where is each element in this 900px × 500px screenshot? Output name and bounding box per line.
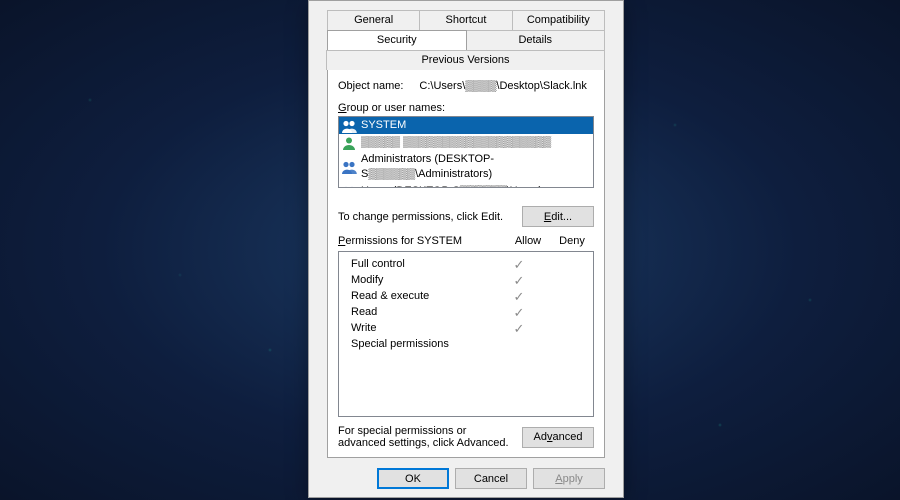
- edit-hint: To change permissions, click Edit.: [338, 211, 503, 223]
- object-name-value: C:\Users\▒▒▒▒\Desktop\Slack.lnk: [419, 80, 587, 92]
- ok-button[interactable]: OK: [377, 468, 449, 489]
- permission-name: Special permissions: [347, 338, 497, 350]
- tab-previous-versions[interactable]: Previous Versions: [326, 50, 605, 70]
- advanced-button[interactable]: Advanced: [522, 427, 594, 448]
- permission-row: Full control: [347, 256, 585, 272]
- tab-shortcut[interactable]: Shortcut: [419, 10, 512, 30]
- permission-row: Modify: [347, 272, 585, 288]
- permission-name: Modify: [347, 274, 497, 286]
- permission-allow: [497, 274, 541, 287]
- tab-strip: General Shortcut Compatibility Security …: [327, 10, 605, 70]
- tab-details[interactable]: Details: [466, 30, 606, 50]
- edit-button[interactable]: Edit...: [522, 206, 594, 227]
- group-user-label: Group or user names:: [338, 102, 445, 114]
- properties-dialog: General Shortcut Compatibility Security …: [308, 0, 624, 498]
- apply-button[interactable]: Apply: [533, 468, 605, 489]
- edit-permissions-row: To change permissions, click Edit. Edit.…: [338, 206, 594, 227]
- permission-name: Read & execute: [347, 290, 497, 302]
- list-item[interactable]: Users (DESKTOP-S▒▒▒▒▒▒\Users): [339, 183, 593, 188]
- permission-row: Special permissions: [347, 336, 585, 352]
- tab-general[interactable]: General: [327, 10, 420, 30]
- group-icon: [341, 185, 357, 189]
- list-item-label: SYSTEM: [361, 118, 406, 133]
- group-icon: [341, 160, 357, 174]
- permissions-section: Permissions for SYSTEM Allow Deny Full c…: [338, 235, 594, 417]
- permission-name: Full control: [347, 258, 497, 270]
- cancel-button[interactable]: Cancel: [455, 468, 527, 489]
- advanced-row: For special permissions or advanced sett…: [338, 425, 594, 449]
- permission-name: Write: [347, 322, 497, 334]
- permission-row: Write: [347, 320, 585, 336]
- list-item[interactable]: SYSTEM: [339, 117, 593, 134]
- list-item[interactable]: Administrators (DESKTOP-S▒▒▒▒▒▒\Administ…: [339, 151, 593, 183]
- permission-row: Read & execute: [347, 288, 585, 304]
- permissions-list: Full control Modify Read & execute Read Writ…: [338, 251, 594, 417]
- dialog-footer: OK Cancel Apply: [317, 458, 615, 489]
- object-name-label: Object name:: [338, 80, 403, 92]
- list-item-label: ▒▒▒▒▒ ▒▒▒▒▒▒▒▒▒▒▒▒▒▒▒▒▒▒▒: [361, 135, 551, 150]
- permission-allow: [497, 290, 541, 303]
- list-item[interactable]: ▒▒▒▒▒ ▒▒▒▒▒▒▒▒▒▒▒▒▒▒▒▒▒▒▒: [339, 134, 593, 151]
- user-icon: [341, 136, 357, 150]
- tab-security[interactable]: Security: [327, 30, 467, 50]
- permission-name: Read: [347, 306, 497, 318]
- permissions-header: Permissions for SYSTEM Allow Deny: [338, 235, 594, 247]
- permission-allow: [497, 306, 541, 319]
- group-icon: [341, 119, 357, 133]
- security-tab-panel: Object name: C:\Users\▒▒▒▒\Desktop\Slack…: [327, 69, 605, 458]
- group-user-section: Group or user names: SYSTEM ▒▒▒▒▒ ▒▒▒▒▒▒▒…: [338, 102, 594, 188]
- permissions-deny-header: Deny: [550, 235, 594, 247]
- list-item-label: Users (DESKTOP-S▒▒▒▒▒▒\Users): [361, 184, 542, 188]
- advanced-hint: For special permissions or advanced sett…: [338, 425, 514, 449]
- permission-row: Read: [347, 304, 585, 320]
- list-item-label: Administrators (DESKTOP-S▒▒▒▒▒▒\Administ…: [361, 152, 590, 182]
- permissions-allow-header: Allow: [506, 235, 550, 247]
- object-name-row: Object name: C:\Users\▒▒▒▒\Desktop\Slack…: [338, 80, 594, 92]
- group-user-list[interactable]: SYSTEM ▒▒▒▒▒ ▒▒▒▒▒▒▒▒▒▒▒▒▒▒▒▒▒▒▒ Administ…: [338, 116, 594, 188]
- permission-allow: [497, 322, 541, 335]
- permission-allow: [497, 258, 541, 271]
- tab-compatibility[interactable]: Compatibility: [512, 10, 605, 30]
